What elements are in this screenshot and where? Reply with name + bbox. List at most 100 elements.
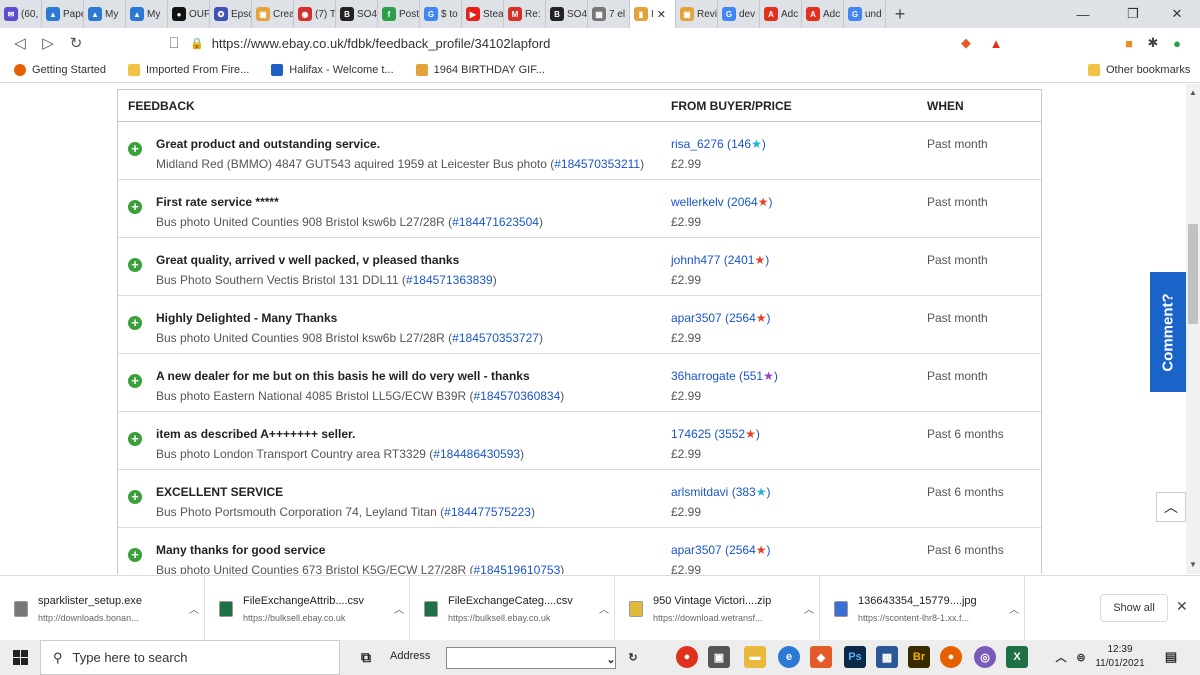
buyer-score[interactable]: 551: [743, 369, 763, 383]
tab-8[interactable]: B SO4: [336, 0, 378, 28]
buyer-link[interactable]: 36harrogate: [671, 369, 736, 383]
maximize-button[interactable]: ❐: [1110, 0, 1156, 28]
item-number-link[interactable]: #184570353211: [554, 157, 640, 171]
bookmark-icon[interactable]: ⎕: [160, 35, 188, 52]
other-bookmarks[interactable]: Other bookmarks: [1088, 64, 1190, 76]
tab-15[interactable]: ▮ I ✕: [630, 0, 676, 28]
chrome-icon[interactable]: ●: [676, 646, 698, 668]
scrollbar[interactable]: ▲ ▼: [1186, 84, 1200, 574]
comment-button[interactable]: Comment?: [1150, 272, 1186, 392]
extension-icon[interactable]: ■: [1118, 28, 1140, 58]
firefox-icon[interactable]: ●: [940, 646, 962, 668]
tab-7[interactable]: ◉ (7) T: [294, 0, 336, 28]
new-tab-button[interactable]: +: [886, 4, 914, 25]
tab-5[interactable]: ✪ Epsc: [210, 0, 252, 28]
tab-1[interactable]: ▲Pape: [42, 0, 84, 28]
buyer-link[interactable]: apar3507: [671, 543, 722, 557]
address-toolbar-input[interactable]: [446, 647, 616, 669]
buyer-score[interactable]: 3552: [718, 427, 745, 441]
buyer-link[interactable]: arlsmitdavi: [671, 485, 728, 499]
close-window-button[interactable]: ✕: [1154, 0, 1200, 28]
chevron-up-icon[interactable]: ︿: [799, 601, 819, 616]
reload-icon[interactable]: ↻: [62, 34, 90, 52]
show-all-button[interactable]: Show all: [1100, 594, 1168, 622]
tab-17[interactable]: Gdev: [718, 0, 760, 28]
bridge-icon[interactable]: Br: [908, 646, 930, 668]
back-icon[interactable]: ◁: [6, 34, 34, 52]
tab-12[interactable]: M Re:: [504, 0, 546, 28]
bookmark-item[interactable]: Imported From Fire...: [128, 64, 249, 76]
bookmark-item[interactable]: Halifax - Welcome t...: [271, 64, 394, 76]
brave-rewards-icon[interactable]: ▲: [985, 28, 1007, 58]
tab-2[interactable]: ▲ My: [84, 0, 126, 28]
tray-chevron-icon[interactable]: ︿: [1050, 646, 1072, 668]
tab-0[interactable]: ✉ (60,: [0, 0, 42, 28]
tab-9[interactable]: f Post: [378, 0, 420, 28]
buyer-score[interactable]: 383: [736, 485, 756, 499]
network-icon[interactable]: ⊜: [1070, 646, 1092, 668]
chevron-up-icon[interactable]: ︿: [1004, 601, 1024, 616]
download-item[interactable]: FileExchangeCateg....csv https://bulksell…: [410, 576, 615, 641]
minimize-button[interactable]: —: [1060, 0, 1106, 28]
puzzle-icon[interactable]: ✱: [1142, 28, 1164, 58]
tab-19[interactable]: A Adc: [802, 0, 844, 28]
download-item[interactable]: 136643354_15779....jpg https://scontent-l…: [820, 576, 1025, 641]
item-number-link[interactable]: #184471623504: [452, 215, 539, 229]
back-to-top-icon[interactable]: ︿: [1156, 492, 1186, 522]
tab-4[interactable]: ● OUF: [168, 0, 210, 28]
tab-14[interactable]: ▦ 7 el: [588, 0, 630, 28]
bookmark-item[interactable]: Getting Started: [14, 64, 106, 76]
item-number-link[interactable]: #184570353727: [452, 331, 539, 345]
excel-icon[interactable]: X: [1006, 646, 1028, 668]
task-view-icon[interactable]: ⧉: [355, 646, 377, 668]
bookmark-item[interactable]: 1964 BIRTHDAY GIF...: [415, 64, 545, 76]
edge-icon[interactable]: e: [778, 646, 800, 668]
explorer-icon[interactable]: ▬: [744, 646, 766, 668]
taskbar-search[interactable]: ⚲ Type here to search: [40, 640, 340, 675]
tab-close-icon[interactable]: ✕: [657, 8, 666, 21]
download-item[interactable]: FileExchangeAttrib....csv https://bulksel…: [205, 576, 410, 641]
brave-shield-icon[interactable]: ◆: [955, 28, 977, 58]
chevron-up-icon[interactable]: ︿: [184, 601, 204, 616]
close-shelf-icon[interactable]: ✕: [1176, 598, 1188, 615]
address-go-icon[interactable]: ↻: [622, 646, 644, 668]
start-button[interactable]: [0, 640, 40, 675]
chevron-up-icon[interactable]: ︿: [594, 601, 614, 616]
scroll-down-icon[interactable]: ▼: [1186, 558, 1200, 572]
buyer-link[interactable]: johnh477: [671, 253, 720, 267]
buyer-score[interactable]: 2064: [731, 195, 758, 209]
photoshop-icon[interactable]: Ps: [844, 646, 866, 668]
buyer-score[interactable]: 2564: [729, 311, 756, 325]
tab-16[interactable]: ▣ Revi: [676, 0, 718, 28]
chevron-up-icon[interactable]: ︿: [389, 601, 409, 616]
item-number-link[interactable]: #184477575223: [444, 505, 531, 519]
buyer-score[interactable]: 2564: [729, 543, 756, 557]
download-item[interactable]: sparklister_setup.exe http://downloads.bo…: [0, 576, 205, 641]
download-item[interactable]: 950 Vintage Victori....zip https://downlo…: [615, 576, 820, 641]
store-icon[interactable]: ▣: [708, 646, 730, 668]
item-number-link[interactable]: #184486430593: [433, 447, 520, 461]
scroll-up-icon[interactable]: ▲: [1186, 86, 1200, 100]
notifications-icon[interactable]: ▤: [1160, 646, 1182, 668]
tab-3[interactable]: ▲ My: [126, 0, 168, 28]
update-icon[interactable]: ●: [1166, 28, 1188, 58]
forward-icon[interactable]: ▷: [34, 34, 62, 52]
media-icon[interactable]: ◎: [974, 646, 996, 668]
buyer-link[interactable]: wellerkelv: [671, 195, 724, 209]
buyer-link[interactable]: apar3507: [671, 311, 722, 325]
clock[interactable]: 12:39 11/01/2021: [1090, 643, 1150, 671]
scroll-thumb[interactable]: [1188, 224, 1198, 324]
tab-18[interactable]: A Adc: [760, 0, 802, 28]
tab-20[interactable]: Gund: [844, 0, 886, 28]
tab-10[interactable]: G $ to: [420, 0, 462, 28]
item-number-link[interactable]: #184571363839: [406, 273, 493, 287]
buyer-score[interactable]: 146: [731, 137, 751, 151]
buyer-score[interactable]: 2401: [728, 253, 755, 267]
buyer-link[interactable]: 174625: [671, 427, 711, 441]
item-number-link[interactable]: #184570360834: [474, 389, 561, 403]
tab-6[interactable]: ▣ Crea: [252, 0, 294, 28]
buyer-link[interactable]: risa_6276: [671, 137, 724, 151]
item-number-link[interactable]: #184519610753: [474, 563, 561, 574]
address-dropdown-icon[interactable]: ⌄: [600, 648, 622, 670]
tab-11[interactable]: ▶ Stea: [462, 0, 504, 28]
